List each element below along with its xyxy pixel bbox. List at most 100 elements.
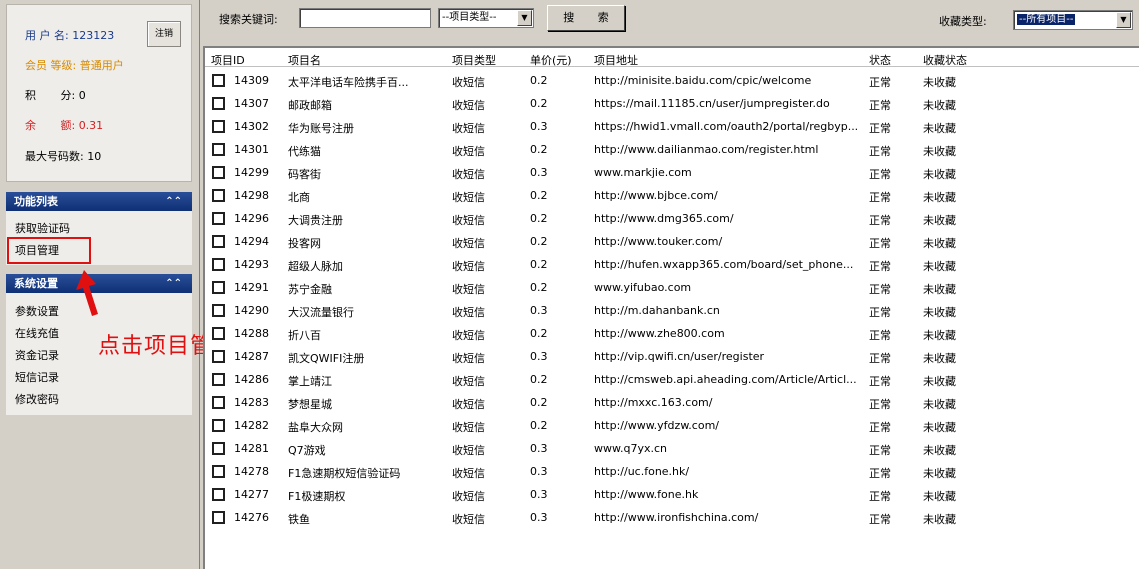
col-header-status[interactable]: 状态 xyxy=(869,52,891,68)
collapse-icon[interactable]: ⌃⌃ xyxy=(165,274,182,293)
table-row[interactable]: 14298 北商 收短信 0.2 http://www.bjbce.com/正常 未收藏 xyxy=(205,184,1139,207)
cell-type: 收短信 xyxy=(452,329,485,342)
cell-type: 收短信 xyxy=(452,122,485,135)
cell-url: http://m.dahanbank.cn xyxy=(594,304,720,317)
project-table: 项目ID 项目名 项目类型 单价(元) 项目地址 状态 收藏状态 14309 太平… xyxy=(203,46,1139,569)
function-list-header[interactable]: 功能列表 ⌃⌃ xyxy=(6,192,192,211)
fav-type-label: 收藏类型: xyxy=(939,15,987,28)
cell-url: http://www.zhe800.com xyxy=(594,327,725,340)
row-checkbox[interactable] xyxy=(212,212,225,225)
cell-id: 14298 xyxy=(234,189,269,202)
max-codes-row: 最大号码数: 10 xyxy=(25,148,101,164)
cell-status: 正常 xyxy=(869,444,891,457)
row-checkbox[interactable] xyxy=(212,350,225,363)
row-checkbox[interactable] xyxy=(212,74,225,87)
level-row: 会员 等级: 普通用户 xyxy=(25,57,124,73)
table-row[interactable]: 14277 F1极速期权 收短信 0.3 http://www.fone.hk 正常 未收藏 xyxy=(205,483,1139,506)
dropdown-arrow-icon[interactable]: ▼ xyxy=(1116,12,1131,28)
row-checkbox[interactable] xyxy=(212,304,225,317)
row-checkbox[interactable] xyxy=(212,373,225,386)
cell-id: 14283 xyxy=(234,396,269,409)
cell-status: 正常 xyxy=(869,513,891,526)
row-checkbox[interactable] xyxy=(212,235,225,248)
row-checkbox[interactable] xyxy=(212,396,225,409)
table-row[interactable]: 14291 苏宁金融 收短信 0.2 www.yifubao.com 正常 未收藏 xyxy=(205,276,1139,299)
col-header-id[interactable]: 项目ID xyxy=(211,52,245,68)
col-header-type[interactable]: 项目类型 xyxy=(452,52,496,68)
cell-name: 盐阜大众网 xyxy=(288,421,343,434)
row-checkbox[interactable] xyxy=(212,143,225,156)
table-row[interactable]: 14307 邮政邮箱 收短信 0.2 https://mail.11185.cn/use… xyxy=(205,92,1139,115)
cell-name: 邮政邮箱 xyxy=(288,99,332,112)
row-checkbox[interactable] xyxy=(212,511,225,524)
cell-type: 收短信 xyxy=(452,214,485,227)
cell-name: 大调贵注册 xyxy=(288,214,343,227)
row-checkbox[interactable] xyxy=(212,97,225,110)
cell-price: 0.2 xyxy=(530,97,548,110)
cell-id: 14290 xyxy=(234,304,269,317)
cell-type: 收短信 xyxy=(452,99,485,112)
cell-id: 14281 xyxy=(234,442,269,455)
cell-price: 0.3 xyxy=(530,350,548,363)
collapse-icon[interactable]: ⌃⌃ xyxy=(165,192,182,211)
search-label: 搜索关键词: xyxy=(219,13,278,26)
search-button[interactable]: 搜 索 xyxy=(547,5,625,31)
cell-price: 0.2 xyxy=(530,212,548,225)
cell-name: 苏宁金融 xyxy=(288,283,332,296)
col-header-fav[interactable]: 收藏状态 xyxy=(923,52,967,68)
col-header-name[interactable]: 项目名 xyxy=(288,52,321,68)
table-row[interactable]: 14299 码客街 收短信 0.3 www.markjie.com 正常 未收藏 xyxy=(205,161,1139,184)
search-input[interactable] xyxy=(299,8,431,28)
cell-status: 正常 xyxy=(869,99,891,112)
project-type-select[interactable]: --项目类型-- ▼ xyxy=(438,8,534,28)
row-checkbox[interactable] xyxy=(212,258,225,271)
table-row[interactable]: 14290 大汉流量银行 收短信 0.3 http://m.dahanbank.cn 正常… xyxy=(205,299,1139,322)
table-row[interactable]: 14287 凯文QWIFI注册 收短信 0.3 http://vip.qwifi.cn/… xyxy=(205,345,1139,368)
table-row[interactable]: 14302 华为账号注册 收短信 0.3 https://hwid1.vmall.com… xyxy=(205,115,1139,138)
table-row[interactable]: 14282 盐阜大众网 收短信 0.2 http://www.yfdzw.com/正常 未… xyxy=(205,414,1139,437)
menu-item-sms-records[interactable]: 短信记录 xyxy=(15,369,59,385)
row-checkbox[interactable] xyxy=(212,488,225,501)
table-row[interactable]: 14276 铁鱼 收短信 0.3 http://www.ironfishchina.co… xyxy=(205,506,1139,529)
col-header-price[interactable]: 单价(元) xyxy=(530,52,572,68)
row-checkbox[interactable] xyxy=(212,189,225,202)
menu-item-params[interactable]: 参数设置 xyxy=(15,303,59,319)
cell-name: 大汉流量银行 xyxy=(288,306,354,319)
menu-item-recharge[interactable]: 在线充值 xyxy=(15,325,59,341)
cell-id: 14286 xyxy=(234,373,269,386)
col-header-url[interactable]: 项目地址 xyxy=(594,52,638,68)
cell-url: http://www.ironfishchina.com/ xyxy=(594,511,759,524)
table-row[interactable]: 14293 超级人脉加 收短信 0.2 http://hufen.wxapp365.co… xyxy=(205,253,1139,276)
row-checkbox[interactable] xyxy=(212,120,225,133)
menu-item-get-code[interactable]: 获取验证码 xyxy=(15,220,70,236)
row-checkbox[interactable] xyxy=(212,419,225,432)
cell-fav: 未收藏 xyxy=(923,375,956,388)
fav-type-select[interactable]: --所有项目-- ▼ xyxy=(1013,10,1133,30)
table-row[interactable]: 14286 掌上靖江 收短信 0.2 http://cmsweb.api.aheadin… xyxy=(205,368,1139,391)
cell-url: http://minisite.baidu.com/cpic/welcome xyxy=(594,74,812,87)
row-checkbox[interactable] xyxy=(212,166,225,179)
table-row[interactable]: 14294 投客网 收短信 0.2 http://www.touker.com/正常 未收… xyxy=(205,230,1139,253)
table-row[interactable]: 14301 代练猫 收短信 0.2 http://www.dailianmao.com/… xyxy=(205,138,1139,161)
row-checkbox[interactable] xyxy=(212,465,225,478)
logout-button[interactable]: 注销 xyxy=(147,21,181,47)
project-type-value: --项目类型-- xyxy=(442,12,497,23)
cell-type: 收短信 xyxy=(452,352,485,365)
cell-type: 收短信 xyxy=(452,260,485,273)
dropdown-arrow-icon[interactable]: ▼ xyxy=(517,10,532,26)
table-row[interactable]: 14278 F1急速期权短信验证码 收短信 0.3 http://uc.fone.hk/… xyxy=(205,460,1139,483)
max-codes-value: 10 xyxy=(87,150,102,163)
table-row[interactable]: 14296 大调贵注册 收短信 0.2 http://www.dmg365.com/正常… xyxy=(205,207,1139,230)
table-row[interactable]: 14288 折八百 收短信 0.2 http://www.zhe800.com 正常 未收藏 xyxy=(205,322,1139,345)
table-row[interactable]: 14281 Q7游戏 收短信 0.3 www.q7yx.cn 正常 未收藏 xyxy=(205,437,1139,460)
table-row[interactable]: 14283 梦想星城 收短信 0.2 http://mxxc.163.com/正常 未收藏 xyxy=(205,391,1139,414)
table-row[interactable]: 14309 太平洋电话车险携手百... 收短信 0.2 http://minisite.… xyxy=(205,69,1139,92)
menu-item-change-password[interactable]: 修改密码 xyxy=(15,391,59,407)
row-checkbox[interactable] xyxy=(212,327,225,340)
row-checkbox[interactable] xyxy=(212,442,225,455)
cell-type: 收短信 xyxy=(452,306,485,319)
row-checkbox[interactable] xyxy=(212,281,225,294)
cell-id: 14294 xyxy=(234,235,269,248)
menu-item-fund-records[interactable]: 资金记录 xyxy=(15,347,59,363)
toolbar: 搜索关键词: --项目类型-- ▼ 搜 索 收藏类型: --所有项目-- ▼ xyxy=(201,0,1139,46)
